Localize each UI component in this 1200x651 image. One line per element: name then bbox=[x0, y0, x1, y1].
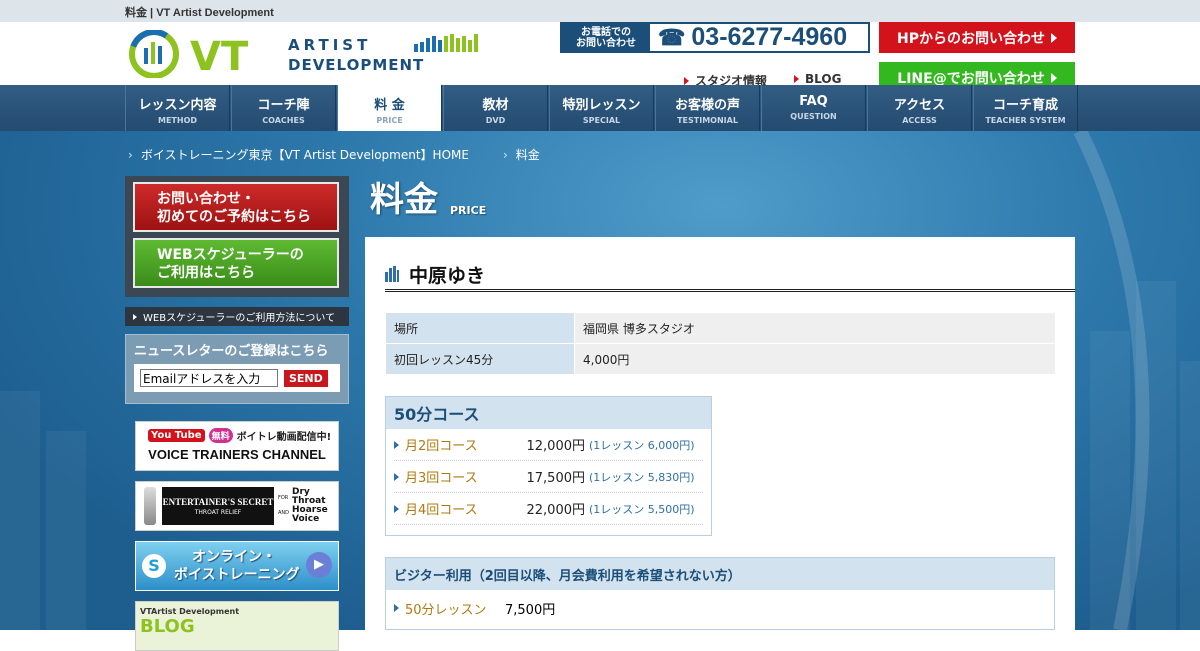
breadcrumb-separator-icon: › bbox=[128, 147, 133, 162]
youtube-channel-banner[interactable]: You Tube 無料 ボイトレ動画配信中! VOICE TRAINERS CH… bbox=[135, 421, 339, 471]
free-badge: 無料 bbox=[208, 428, 233, 443]
content-panel: 中原ゆき 場所 福岡県 博多スタジオ 初回レッスン45分 4,000円 50分コ… bbox=[365, 237, 1075, 630]
nav-teacher-system[interactable]: コーチ育成 TEACHER SYSTEM bbox=[973, 85, 1078, 131]
hp-contact-button[interactable]: HPからのお問い合わせ bbox=[879, 22, 1075, 53]
page-title: 料金 PRICE bbox=[370, 180, 487, 220]
arrow-right-icon bbox=[794, 75, 799, 83]
arrow-right-icon bbox=[1050, 32, 1057, 43]
youtube-logo: You Tube bbox=[148, 429, 205, 442]
blog-banner[interactable]: VTArtist Development BLOG bbox=[135, 601, 339, 651]
nav-method[interactable]: レッスン内容 METHOD bbox=[125, 85, 230, 131]
nav-faq[interactable]: FAQ QUESTION bbox=[761, 85, 866, 131]
telephone-icon: ☎ bbox=[658, 24, 686, 50]
phone-number: ☎ 03-6277-4960 bbox=[658, 23, 848, 51]
newsletter-form: SEND bbox=[134, 364, 340, 392]
nav-dvd[interactable]: 教材 DVD bbox=[443, 85, 548, 131]
breadcrumb-current: 料金 bbox=[515, 148, 540, 162]
web-scheduler-button[interactable]: WEBスケジューラーの ご利用はこちら bbox=[133, 238, 339, 288]
breadcrumb: › ボイストレーニング東京【VT Artist Development】HOME… bbox=[128, 146, 540, 163]
info-table: 場所 福岡県 博多スタジオ 初回レッスン45分 4,000円 bbox=[385, 312, 1056, 375]
list-item: 50分レッスン 7,500円 bbox=[394, 590, 1046, 626]
phone-label: お電話での お問い合わせ bbox=[562, 24, 650, 51]
svg-text:DEVELOPMENT: DEVELOPMENT bbox=[288, 56, 424, 74]
page-path-text: 料金 | VT Artist Development bbox=[125, 7, 274, 19]
email-input[interactable] bbox=[140, 369, 278, 387]
site-logo[interactable]: VT ARTIST DEVELOPMENT bbox=[128, 29, 488, 80]
arrow-right-icon bbox=[133, 313, 137, 320]
course-box: 50分コース 月2回コース 12,000円 (1レッスン 6,000円) 月3回… bbox=[385, 396, 712, 536]
contact-reservation-button[interactable]: お問い合わせ・ 初めてのご予約はこちら bbox=[133, 182, 339, 232]
nav-coaches[interactable]: コーチ陣 COACHES bbox=[231, 85, 336, 131]
main-nav: レッスン内容 METHOD コーチ陣 COACHES 料 金 PRICE 教材 DVD … bbox=[0, 85, 1200, 131]
sidebar: お問い合わせ・ 初めてのご予約はこちら WEBスケジューラーの ご利用はこちら WE… bbox=[125, 176, 349, 404]
table-row: 初回レッスン45分 4,000円 bbox=[385, 343, 1056, 375]
svg-text:ARTIST: ARTIST bbox=[288, 36, 371, 54]
arrow-right-icon bbox=[684, 76, 689, 85]
cta-box: お問い合わせ・ 初めてのご予約はこちら WEBスケジューラーの ご利用はこちら bbox=[125, 176, 349, 297]
video-camera-icon: ▶ bbox=[306, 552, 332, 578]
newsletter-title: ニュースレターのご登録はこちら bbox=[134, 344, 329, 359]
list-item: 月3回コース 17,500円 (1レッスン 5,830円) bbox=[394, 461, 703, 493]
list-item: 月2回コース 12,000円 (1レッスン 6,000円) bbox=[394, 429, 703, 461]
arrow-right-icon bbox=[394, 472, 399, 481]
arrow-right-icon bbox=[1050, 72, 1057, 83]
entertainers-secret-banner[interactable]: ENTERTAINER'S SECRET THROAT RELIEF FOR AN… bbox=[135, 481, 339, 531]
coach-name: 中原ゆき bbox=[409, 264, 486, 287]
equalizer-icon bbox=[385, 266, 399, 282]
coach-heading: 中原ゆき bbox=[385, 259, 1075, 292]
visitor-title: ビジター利用（2回目以降、月会費利用を希望されない方） bbox=[386, 558, 1054, 590]
table-row: 場所 福岡県 博多スタジオ bbox=[385, 312, 1056, 344]
nav-special[interactable]: 特別レッスン SPECIAL bbox=[549, 85, 654, 131]
visitor-box: ビジター利用（2回目以降、月会費利用を希望されない方） 50分レッスン 7,50… bbox=[385, 557, 1055, 630]
breadcrumb-home-link[interactable]: ボイストレーニング東京【VT Artist Development】HOME bbox=[141, 146, 469, 163]
nav-price[interactable]: 料 金 PRICE bbox=[337, 85, 442, 131]
breadcrumb-separator-icon: › bbox=[502, 147, 508, 162]
nav-access[interactable]: アクセス ACCESS bbox=[867, 85, 972, 131]
online-voice-training-banner[interactable]: S オンライン・ ボイストレーニング ▶ bbox=[135, 541, 339, 591]
skype-icon: S bbox=[142, 554, 166, 578]
course-title: 50分コース bbox=[386, 397, 711, 429]
list-item: 月4回コース 22,000円 (1レッスン 5,500円) bbox=[394, 493, 703, 525]
nav-testimonial[interactable]: お客様の声 TESTIMONIAL bbox=[655, 85, 760, 131]
send-button[interactable]: SEND bbox=[284, 369, 328, 387]
spray-bottle-icon bbox=[144, 487, 156, 525]
newsletter-box: ニュースレターのご登録はこちら SEND bbox=[125, 334, 349, 404]
svg-text:VT: VT bbox=[190, 34, 249, 78]
arrow-right-icon bbox=[394, 604, 399, 612]
arrow-right-icon bbox=[394, 504, 399, 513]
blog-link[interactable]: BLOG bbox=[794, 72, 841, 86]
phone-contact[interactable]: お電話での お問い合わせ ☎ 03-6277-4960 bbox=[560, 22, 870, 53]
scheduler-howto-link[interactable]: WEBスケジューラーのご利用方法について bbox=[125, 307, 349, 326]
arrow-right-icon bbox=[394, 440, 399, 449]
